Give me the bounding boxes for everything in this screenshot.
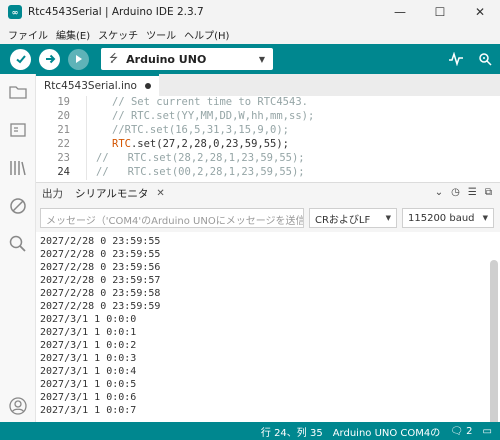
- layout-icon[interactable]: ▭: [483, 426, 492, 437]
- serial-line: 2027/3/1 1 0:0:2: [40, 340, 137, 351]
- close-button[interactable]: ✕: [460, 0, 500, 24]
- notifications[interactable]: 🗨 2: [450, 426, 472, 437]
- toolbar: ⭍ Arduino UNO ▼: [0, 44, 500, 74]
- menu-file[interactable]: ファイル: [4, 27, 52, 42]
- arrow-right-icon: [45, 54, 55, 64]
- menu-help[interactable]: ヘルプ(H): [180, 27, 233, 42]
- verify-button[interactable]: [10, 48, 31, 70]
- serial-line: 2027/2/28 0 23:59:57: [40, 275, 161, 286]
- line-number: 21: [57, 124, 70, 136]
- line-ending-value: CRおよびLF: [315, 214, 371, 226]
- debug-button[interactable]: [68, 48, 89, 70]
- serial-line: 2027/3/1 1 0:0:5: [40, 379, 137, 390]
- window-controls: — ☐ ✕: [380, 0, 500, 24]
- account-icon[interactable]: [8, 396, 28, 416]
- chevron-down-icon: ▼: [258, 54, 265, 64]
- serial-line: 2027/3/1 1 0:0:7: [40, 405, 137, 416]
- baud-rate-value: 115200 baud: [408, 212, 475, 224]
- timestamp-icon[interactable]: ◷: [451, 187, 460, 198]
- code-text: // RTC.set(28,2,28,1,23,59,55);: [96, 152, 305, 164]
- cursor-position[interactable]: 行 24、列 35: [261, 424, 323, 439]
- serial-monitor-icon[interactable]: [478, 52, 492, 66]
- code-args: .set(27,2,28,0,23,59,55);: [130, 138, 290, 150]
- sidebar: [0, 74, 36, 422]
- code-line: 22 RTC.set(27,2,28,0,23,59,55);: [36, 138, 500, 152]
- code-text: // Set current time to RTC4543.: [112, 96, 308, 108]
- library-icon[interactable]: [8, 158, 28, 178]
- bell-icon: 🗨: [450, 425, 463, 437]
- code-text: // RTC.set(YY,MM,DD,W,hh,mm,ss);: [112, 110, 315, 122]
- code-line: 20 // RTC.set(YY,MM,DD,W,hh,mm,ss);: [36, 110, 500, 124]
- debug-disabled-icon[interactable]: [8, 196, 28, 216]
- copy-icon[interactable]: ⧉: [485, 187, 492, 198]
- code-text: // RTC.set(00,2,28,1,23,59,55);: [96, 166, 305, 178]
- serial-line: 2027/3/1 1 0:0:4: [40, 366, 137, 377]
- code-text: RTC.set(27,2,28,0,23,59,55);: [112, 138, 289, 150]
- serial-input-row: メッセージ（'COM4'のArduino UNOにメッセージを送信... CRお…: [36, 204, 500, 232]
- search-icon[interactable]: [8, 234, 28, 254]
- autoscroll-icon[interactable]: ⌄: [435, 187, 443, 198]
- vertical-scrollbar[interactable]: [490, 260, 498, 422]
- code-line: 24 // RTC.set(00,2,28,1,23,59,55);: [36, 166, 500, 180]
- board-port-status[interactable]: Arduino UNO COM4の: [333, 424, 441, 439]
- serial-plotter-icon[interactable]: [448, 52, 464, 66]
- serial-line: 2027/3/1 1 0:0:3: [40, 353, 137, 364]
- line-number: 24: [57, 166, 70, 178]
- line-number: 22: [57, 138, 70, 150]
- line-ending-select[interactable]: CRおよびLF ▼: [309, 208, 397, 228]
- menu-bar: ファイル 編集(E) スケッチ ツール ヘルプ(H): [0, 24, 500, 44]
- code-line: 19 // Set current time to RTC4543.: [36, 96, 500, 110]
- serial-line: 2027/2/28 0 23:59:55: [40, 236, 161, 247]
- board-name: Arduino UNO: [126, 52, 207, 66]
- menu-edit[interactable]: 編集(E): [52, 27, 94, 42]
- serial-output[interactable]: 2027/2/28 0 23:59:55 2027/2/28 0 23:59:5…: [36, 232, 500, 422]
- toolbar-right: [448, 48, 492, 70]
- unsaved-dot-icon[interactable]: [144, 83, 151, 89]
- board-selector[interactable]: ⭍ Arduino UNO ▼: [101, 48, 273, 70]
- code-editor[interactable]: 19 // Set current time to RTC4543. 20 //…: [36, 96, 500, 180]
- menu-tools[interactable]: ツール: [142, 27, 180, 42]
- tab-output[interactable]: 出力: [36, 186, 69, 201]
- chevron-down-icon: ▼: [385, 214, 391, 222]
- baud-rate-select[interactable]: 115200 baud ▼: [402, 208, 494, 228]
- code-line: 23 // RTC.set(28,2,28,1,23,59,55);: [36, 152, 500, 166]
- serial-line: 2027/3/1 1 0:0:1: [40, 327, 137, 338]
- check-icon: [15, 55, 26, 64]
- clear-output-icon[interactable]: ☰: [468, 187, 477, 198]
- menu-sketch[interactable]: スケッチ: [94, 27, 142, 42]
- notification-count: 2: [466, 425, 473, 437]
- code-text: //RTC.set(16,5,31,3,15,9,0);: [112, 124, 290, 136]
- debug-icon: [75, 55, 82, 63]
- serial-line: 2027/2/28 0 23:59:55: [40, 249, 161, 260]
- serial-line: 2027/2/28 0 23:59:59: [40, 301, 161, 312]
- usb-icon: ⭍: [109, 51, 119, 65]
- folder-icon[interactable]: [8, 82, 28, 102]
- serial-line: 2027/2/28 0 23:59:56: [40, 262, 161, 273]
- line-number: 23: [57, 152, 70, 164]
- upload-button[interactable]: [39, 48, 60, 70]
- close-icon[interactable]: ✕: [156, 188, 164, 199]
- code-line: 21 //RTC.set(16,5,31,3,15,9,0);: [36, 124, 500, 138]
- arduino-app-icon: ∞: [8, 5, 22, 19]
- status-bar: 行 24、列 35 Arduino UNO COM4の 🗨 2 ▭: [0, 422, 500, 440]
- serial-line: 2027/3/1 1 0:0:6: [40, 392, 137, 403]
- panel-actions: ⌄ ◷ ☰ ⧉: [435, 187, 492, 198]
- maximize-button[interactable]: ☐: [420, 0, 460, 24]
- window-title: Rtc4543Serial | Arduino IDE 2.3.7: [28, 6, 204, 18]
- bottom-panel-header: 出力 シリアルモニタ ✕ ⌄ ◷ ☰ ⧉: [36, 182, 500, 204]
- minimize-button[interactable]: —: [380, 0, 420, 24]
- message-input[interactable]: メッセージ（'COM4'のArduino UNOにメッセージを送信...: [40, 208, 304, 228]
- line-number: 19: [57, 96, 70, 108]
- tab-serial-monitor[interactable]: シリアルモニタ: [69, 186, 154, 201]
- chevron-down-icon: ▼: [482, 214, 488, 222]
- tab-rtc4543serial[interactable]: Rtc4543Serial.ino: [36, 74, 159, 96]
- code-function: RTC: [112, 138, 131, 150]
- title-bar: ∞ Rtc4543Serial | Arduino IDE 2.3.7 — ☐ …: [0, 0, 500, 24]
- editor-tab-bar: Rtc4543Serial.ino: [36, 74, 500, 96]
- board-manager-icon[interactable]: [8, 120, 28, 140]
- serial-line: 2027/3/1 1 0:0:0: [40, 314, 137, 325]
- tab-label: Rtc4543Serial.ino: [44, 80, 137, 92]
- line-number: 20: [57, 110, 70, 122]
- serial-line: 2027/2/28 0 23:59:58: [40, 288, 161, 299]
